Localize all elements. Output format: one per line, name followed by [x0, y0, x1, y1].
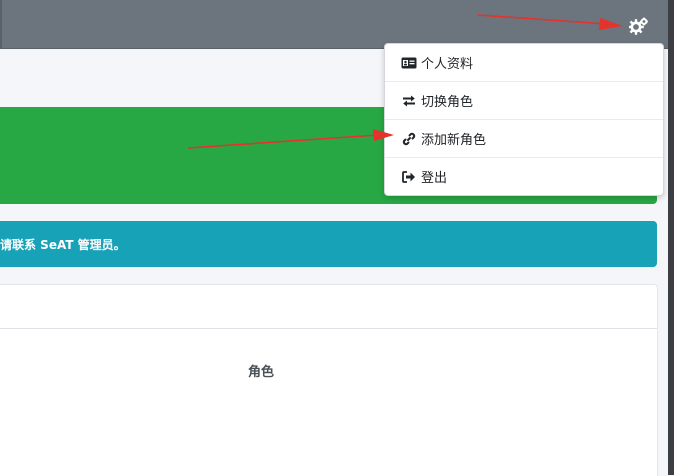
column-title-character: 角色 — [248, 365, 275, 380]
navbar-edge — [0, 0, 2, 48]
info-alert: 请联系 SeAT 管理员。 — [0, 221, 657, 267]
card-header — [0, 285, 657, 329]
menu-item-switch-character[interactable]: 切换角色 — [385, 82, 663, 119]
window-edge — [668, 0, 674, 475]
exchange-icon — [401, 94, 417, 108]
info-alert-text: 请联系 SeAT 管理员。 — [0, 238, 126, 252]
menu-item-label: 切换角色 — [421, 95, 474, 110]
link-icon — [401, 132, 417, 146]
gears-icon — [629, 17, 648, 35]
menu-item-logout[interactable]: 登出 — [385, 158, 663, 195]
id-card-icon — [401, 56, 417, 70]
characters-card: 角色 — [0, 284, 658, 476]
menu-item-label: 添加新角色 — [421, 133, 487, 148]
settings-menu-button[interactable] — [626, 14, 652, 38]
menu-item-add-character[interactable]: 添加新角色 — [385, 120, 663, 157]
sign-out-icon — [401, 170, 417, 184]
menu-item-profile[interactable]: 个人资料 — [385, 44, 663, 81]
menu-item-label: 个人资料 — [421, 57, 474, 72]
top-navbar — [0, 0, 668, 49]
user-dropdown-menu: 个人资料 切换角色 添加新角色 登出 — [384, 43, 664, 196]
menu-item-label: 登出 — [421, 171, 448, 186]
